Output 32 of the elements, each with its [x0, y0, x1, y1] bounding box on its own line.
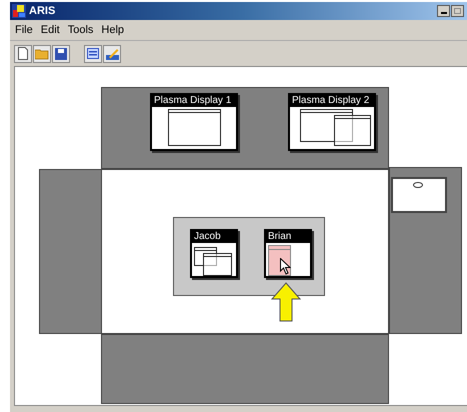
- display-card[interactable]: Plasma Display 2: [288, 93, 376, 151]
- card-title: Plasma Display 1: [152, 95, 236, 107]
- app-icon: [12, 4, 26, 18]
- card-title: Brian: [266, 231, 310, 243]
- card-title: Jacob: [192, 231, 236, 243]
- window-icon: [87, 48, 99, 59]
- display-card[interactable]: Plasma Display 1: [150, 93, 238, 151]
- arrow-icon: [271, 282, 301, 322]
- folder-icon: [35, 48, 49, 60]
- menu-item[interactable]: Tools: [68, 22, 94, 38]
- maximize-button[interactable]: [451, 5, 464, 17]
- display-card[interactable]: Brian: [264, 229, 312, 278]
- windows-drawing: [194, 246, 232, 276]
- edit-button[interactable]: [103, 44, 121, 62]
- menu-item[interactable]: Help: [101, 22, 124, 38]
- ellipse-icon: [413, 182, 423, 188]
- windows-drawing: [168, 108, 220, 146]
- document-icon: [18, 47, 28, 60]
- minimize-button[interactable]: [437, 5, 450, 17]
- maximize-icon: [454, 8, 461, 14]
- pencil-icon: [106, 48, 118, 60]
- windows-drawing: [300, 108, 370, 146]
- minimize-icon: [440, 12, 446, 14]
- menu-item[interactable]: Edit: [40, 22, 60, 38]
- new-file-button[interactable]: [14, 44, 32, 62]
- window-title: ARIS: [29, 4, 56, 19]
- cursor-icon: [280, 258, 291, 275]
- window-button[interactable]: [84, 44, 102, 62]
- menu-item[interactable]: File: [15, 22, 33, 38]
- display-card[interactable]: Jacob: [190, 229, 238, 278]
- save-button[interactable]: [52, 44, 70, 62]
- card-title: Plasma Display 2: [290, 95, 374, 107]
